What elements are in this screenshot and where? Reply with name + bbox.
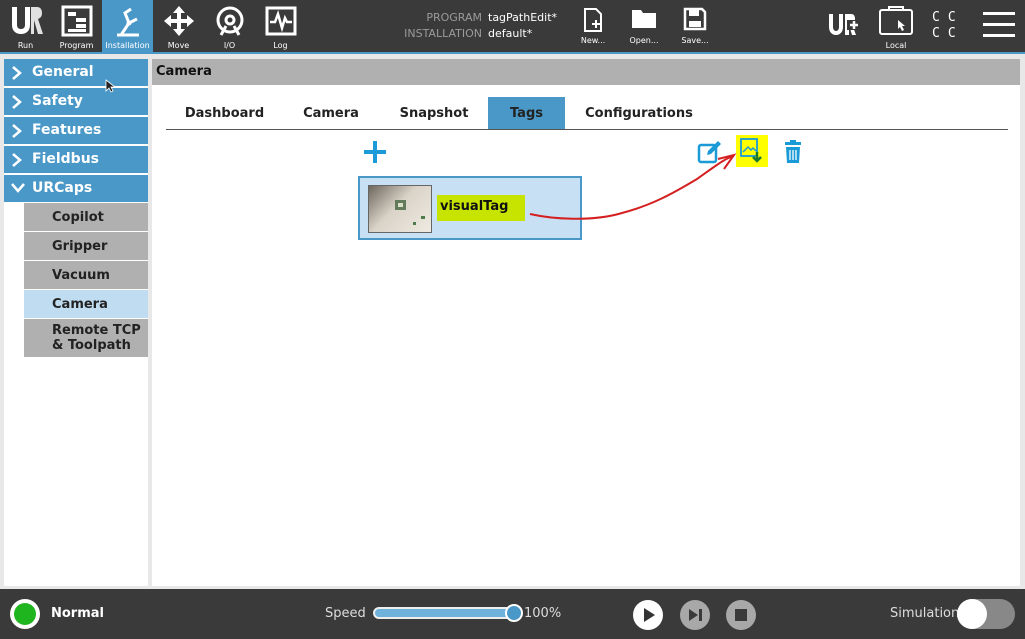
- program-info: PROGRAM tagPathEdit* INSTALLATION default*: [380, 10, 557, 42]
- tag-name: visualTag: [437, 195, 525, 221]
- save-button[interactable]: Save...: [672, 0, 718, 52]
- tab-snapshot[interactable]: Snapshot: [384, 97, 484, 129]
- log-icon: [265, 6, 296, 36]
- nav-io-label: I/O: [223, 41, 236, 50]
- nav-move-label: Move: [167, 41, 190, 50]
- sidebar-item-safety[interactable]: Safety: [4, 88, 148, 115]
- sidebar-item-general[interactable]: General: [4, 59, 148, 86]
- tab-bar: Dashboard Camera Snapshot Tags Configura…: [166, 97, 1008, 130]
- sidebar-item-label: URCaps: [32, 180, 93, 196]
- new-file-icon: [584, 8, 602, 32]
- sidebar-item-label: Safety: [32, 93, 83, 109]
- speed-slider[interactable]: [373, 607, 515, 619]
- nav-log-label: Log: [273, 41, 288, 50]
- sidebar-item-label: Gripper: [52, 238, 108, 254]
- status-text: Normal: [51, 606, 104, 621]
- status-indicator-icon[interactable]: [10, 599, 40, 629]
- sidebar: General Safety Features Fieldbus URCaps …: [4, 59, 148, 586]
- sidebar-item-gripper[interactable]: Gripper: [24, 232, 148, 261]
- import-tag-button[interactable]: [736, 135, 768, 167]
- new-button[interactable]: New...: [570, 0, 616, 52]
- delete-tag-button[interactable]: [780, 139, 806, 165]
- sidebar-item-copilot[interactable]: Copilot: [24, 203, 148, 232]
- annotation-arrow: [529, 153, 737, 220]
- main-panel: Camera Dashboard Camera Snapshot Tags Co…: [152, 59, 1020, 586]
- sidebar-item-vacuum[interactable]: Vacuum: [24, 261, 148, 290]
- open-button[interactable]: Open...: [621, 0, 667, 52]
- chevron-right-icon: [12, 95, 22, 109]
- program-icon: [61, 5, 92, 37]
- save-label: Save...: [681, 36, 709, 45]
- installation-key: INSTALLATION: [404, 27, 482, 40]
- program-name: tagPathEdit*: [488, 11, 558, 24]
- speed-label: Speed: [325, 606, 366, 621]
- sidebar-item-label: Features: [32, 122, 102, 138]
- installation-name: default*: [488, 27, 533, 40]
- play-button[interactable]: [632, 599, 664, 631]
- bottom-bar: Normal Speed 100% Simulation: [0, 589, 1025, 639]
- urplus-icon[interactable]: [827, 10, 861, 40]
- step-button[interactable]: [679, 599, 711, 631]
- mouse-cursor-icon: [105, 79, 115, 93]
- hamburger-menu-icon[interactable]: [983, 12, 1015, 38]
- sidebar-item-camera[interactable]: Camera: [24, 290, 148, 319]
- nav-program-label: Program: [59, 41, 94, 50]
- tab-camera[interactable]: Camera: [287, 97, 375, 129]
- io-icon: [216, 6, 243, 36]
- sidebar-item-features[interactable]: Features: [4, 117, 148, 144]
- nav-run-label: Run: [17, 41, 34, 50]
- move-icon: [163, 6, 194, 36]
- trash-icon: [785, 140, 801, 163]
- installation-icon: [116, 7, 139, 37]
- simulation-label: Simulation: [890, 606, 960, 621]
- new-label: New...: [580, 36, 606, 45]
- add-tag-button[interactable]: [362, 139, 388, 165]
- sidebar-item-label: Vacuum: [52, 267, 110, 283]
- tab-configurations[interactable]: Configurations: [574, 97, 704, 129]
- program-key: PROGRAM: [426, 11, 482, 24]
- sidebar-item-label: Copilot: [52, 209, 104, 225]
- chevron-right-icon: [12, 153, 22, 167]
- nav-move-button[interactable]: Move: [153, 0, 204, 52]
- edit-tag-button[interactable]: [697, 139, 723, 165]
- tag-thumbnail-image: [395, 200, 425, 225]
- page-title: Camera: [152, 59, 1020, 85]
- nav-run-button[interactable]: Run: [0, 0, 51, 52]
- chevron-down-icon: [11, 183, 25, 193]
- nav-installation-button[interactable]: Installation: [102, 0, 153, 52]
- sidebar-item-label: Remote TCP & Toolpath: [52, 323, 141, 353]
- sidebar-item-remote-tcp[interactable]: Remote TCP & Toolpath: [24, 319, 148, 358]
- nav-installation-label: Installation: [105, 41, 150, 50]
- open-label: Open...: [629, 36, 659, 45]
- save-icon: [683, 7, 707, 31]
- tag-list-item[interactable]: visualTag: [358, 176, 582, 240]
- edit-icon: [697, 141, 721, 164]
- ur-logo-icon: [11, 7, 43, 34]
- sidebar-item-label: Fieldbus: [32, 151, 99, 167]
- sidebar-item-label: Camera: [52, 296, 108, 312]
- sidebar-item-fieldbus[interactable]: Fieldbus: [4, 146, 148, 173]
- local-control-button[interactable]: Local: [876, 6, 916, 52]
- tab-tags[interactable]: Tags: [488, 97, 565, 129]
- cc-indicator: CC CC: [932, 10, 964, 41]
- chevron-right-icon: [12, 124, 22, 138]
- image-download-icon: [740, 138, 762, 163]
- local-label: Local: [885, 41, 907, 50]
- speed-value: 100%: [524, 606, 562, 621]
- speed-slider-handle[interactable]: [505, 604, 523, 622]
- tag-thumbnail: [368, 185, 432, 233]
- open-folder-icon: [632, 10, 656, 28]
- chevron-right-icon: [12, 66, 22, 80]
- tab-dashboard[interactable]: Dashboard: [172, 97, 277, 129]
- local-control-icon: [879, 6, 913, 35]
- nav-program-button[interactable]: Program: [51, 0, 102, 52]
- sidebar-item-urcaps[interactable]: URCaps: [4, 175, 148, 202]
- sidebar-item-label: General: [32, 64, 94, 80]
- nav-io-button[interactable]: I/O: [204, 0, 255, 52]
- nav-log-button[interactable]: Log: [255, 0, 306, 52]
- toggle-knob: [957, 599, 987, 629]
- stop-button[interactable]: [725, 599, 757, 631]
- top-bar: Run Program Installation Move I/O Log PR…: [0, 0, 1025, 54]
- simulation-toggle[interactable]: [957, 599, 1015, 629]
